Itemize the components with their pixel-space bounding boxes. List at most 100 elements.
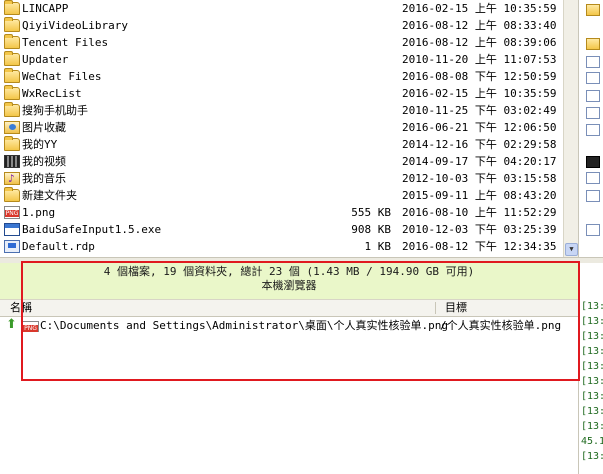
file-row[interactable]: PNG 1.png 555 KB 2016-08-10 上午 11:52:29 <box>0 204 563 221</box>
file-date: 2016-08-12 上午 08:33:40 <box>402 19 557 32</box>
file-row[interactable]: 图片收藏 2016-06-21 下午 12:06:50 <box>0 119 563 136</box>
file-name: 我的YY <box>22 138 58 151</box>
folder-icon <box>4 102 20 117</box>
file-row[interactable]: Updater 2010-11-20 上午 11:07:53 <box>0 51 563 68</box>
rdp-file-icon <box>4 240 20 253</box>
log-line: [13: <box>581 451 603 462</box>
folder-icon <box>586 4 600 16</box>
remote-pane-strip <box>578 0 603 257</box>
file-name: QiyiVideoLibrary <box>22 19 128 32</box>
status-location: 本機瀏覽器 <box>261 279 317 292</box>
upload-arrow-icon: ⬆ <box>6 317 17 332</box>
png-file-icon: PNG <box>22 321 39 332</box>
file-row[interactable]: 新建文件夹 2015-09-11 上午 08:43:20 <box>0 187 563 204</box>
queue-item-target: /个人真实性核验单.png <box>440 319 562 332</box>
column-header-target[interactable]: 目標 <box>445 300 467 316</box>
file-icon <box>586 156 600 168</box>
file-name: 我的视频 <box>22 155 66 168</box>
log-line: [13: <box>581 346 603 357</box>
file-date: 2014-09-17 下午 04:20:17 <box>402 155 557 168</box>
video-folder-icon <box>4 155 20 168</box>
folder-icon <box>4 136 20 151</box>
file-name: Tencent Files <box>22 36 109 49</box>
log-pane: [13: [13: [13: [13: [13: [13: [13: [13: [13: 45.1… <box>578 299 603 474</box>
file-size: 908 KB <box>351 223 391 236</box>
local-file-list[interactable]: LINCAPP 2016-02-15 上午 10:35:59 QiyiVideoLi… <box>0 0 563 257</box>
file-date: 2015-09-11 上午 08:43:20 <box>402 189 557 202</box>
folder-icon <box>4 68 20 83</box>
log-pane-top <box>578 263 603 299</box>
file-name: 图片收藏 <box>22 121 66 134</box>
file-row[interactable]: BaiduSafeInput1.5.exe 908 KB 2010-12-03 下午… <box>0 221 563 238</box>
file-size: 555 KB <box>351 206 391 219</box>
file-date: 2016-02-15 上午 10:35:59 <box>402 2 557 15</box>
file-icon <box>586 90 600 102</box>
file-icon <box>586 72 600 84</box>
file-date: 2016-08-08 下午 12:50:59 <box>402 70 557 83</box>
log-line: [13: <box>581 406 603 417</box>
file-name: 新建文件夹 <box>22 189 77 202</box>
file-row[interactable]: WxRecList 2016-02-15 上午 10:35:59 <box>0 85 563 102</box>
file-row[interactable]: 我的音乐 2012-10-03 下午 03:15:58 <box>0 170 563 187</box>
file-row[interactable]: QiyiVideoLibrary 2016-08-12 上午 08:33:40 <box>0 17 563 34</box>
file-date: 2010-11-25 下午 03:02:49 <box>402 104 557 117</box>
pictures-folder-icon <box>4 121 20 134</box>
music-folder-icon <box>4 170 20 187</box>
column-header-name[interactable]: 名稱 <box>10 300 32 316</box>
folder-icon <box>586 38 600 50</box>
file-icon <box>586 56 600 68</box>
file-row[interactable]: 我的YY 2014-12-16 下午 02:29:58 <box>0 136 563 153</box>
file-name: Updater <box>22 53 69 66</box>
file-date: 2016-06-21 下午 12:06:50 <box>402 121 557 134</box>
log-line: [13: <box>581 376 603 387</box>
log-line: [13: <box>581 331 603 342</box>
folder-icon <box>4 0 20 15</box>
log-line: [13: <box>581 316 603 327</box>
file-row[interactable]: Default.rdp 1 KB 2016-08-12 下午 12:34:35 <box>0 238 563 255</box>
queue-item-source: C:\Documents and Settings\Administrator\… <box>40 319 449 332</box>
log-line: [13: <box>581 391 603 402</box>
queue-item[interactable]: ⬆ PNG C:\Documents and Settings\Administ… <box>0 318 578 334</box>
queue-header: 名稱 目標 <box>0 299 578 317</box>
file-name: WxRecList <box>22 87 82 100</box>
file-date: 2010-12-03 下午 03:25:39 <box>402 223 557 236</box>
file-name: Default.rdp <box>22 240 95 253</box>
log-line: [13: <box>581 301 603 312</box>
file-date: 2014-12-16 下午 02:29:58 <box>402 138 557 151</box>
file-name: WeChat Files <box>22 70 102 83</box>
file-size: 1 KB <box>364 240 392 253</box>
file-icon <box>586 224 600 236</box>
file-row[interactable]: WeChat Files 2016-08-08 下午 12:50:59 <box>0 68 563 85</box>
file-date: 2012-10-03 下午 03:15:58 <box>402 172 557 185</box>
log-line: [13: <box>581 361 603 372</box>
folder-icon <box>4 17 20 32</box>
status-summary: 4 個檔案, 19 個資料夾, 總計 23 個 (1.43 MB / 194.9… <box>103 265 475 278</box>
exe-file-icon <box>4 223 20 236</box>
file-icon <box>586 107 600 119</box>
log-line: 45.1 <box>581 436 603 447</box>
file-row[interactable]: LINCAPP 2016-02-15 上午 10:35:59 <box>0 0 563 17</box>
file-name: BaiduSafeInput1.5.exe <box>22 223 162 236</box>
file-icon <box>586 190 600 202</box>
file-list-vertical-scrollbar[interactable]: ▼ <box>563 0 578 257</box>
folder-icon <box>4 51 20 66</box>
log-line: [13: <box>581 421 603 432</box>
file-name: 我的音乐 <box>22 172 66 185</box>
file-name: 1.png <box>22 206 56 219</box>
file-row[interactable]: 搜狗手机助手 2010-11-25 下午 03:02:49 <box>0 102 563 119</box>
file-date: 2016-08-12 上午 08:39:06 <box>402 36 557 49</box>
file-date: 2016-08-10 上午 11:52:29 <box>402 206 557 219</box>
file-date: 2016-02-15 上午 10:35:59 <box>402 87 557 100</box>
transfer-queue[interactable]: 名稱 目標 ⬆ PNG C:\Documents and Settings\Ad… <box>0 299 578 474</box>
file-icon <box>586 124 600 136</box>
file-date: 2010-11-20 上午 11:07:53 <box>402 53 557 66</box>
file-date: 2016-08-12 下午 12:34:35 <box>402 240 557 253</box>
file-name: 搜狗手机助手 <box>22 104 88 117</box>
column-divider[interactable] <box>435 302 436 314</box>
png-file-icon: PNG <box>4 206 20 219</box>
file-row[interactable]: Tencent Files 2016-08-12 上午 08:39:06 <box>0 34 563 51</box>
scroll-down-arrow-icon[interactable]: ▼ <box>565 243 578 256</box>
file-name: LINCAPP <box>22 2 69 15</box>
file-row[interactable]: 我的视频 2014-09-17 下午 04:20:17 <box>0 153 563 170</box>
folder-icon <box>4 187 20 202</box>
